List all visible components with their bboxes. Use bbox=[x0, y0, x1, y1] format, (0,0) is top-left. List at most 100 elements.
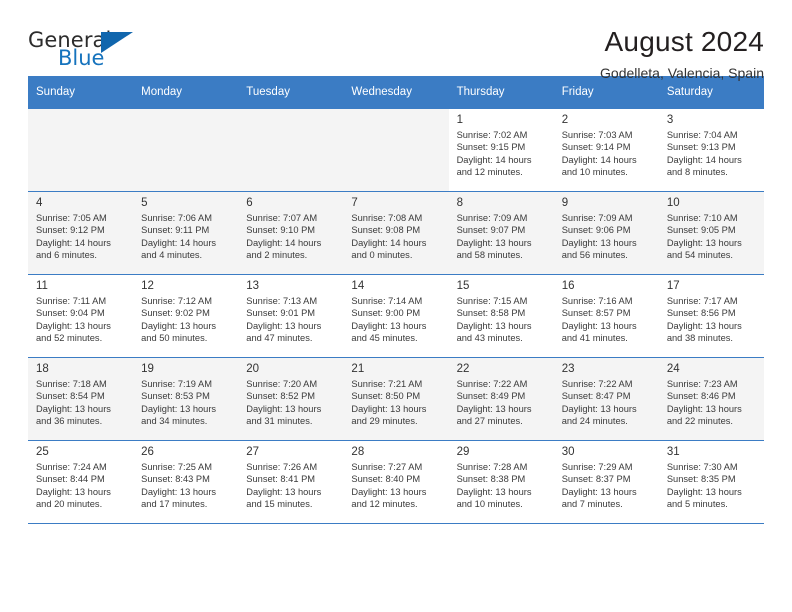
day-details: Sunrise: 7:19 AM Sunset: 8:53 PM Daylight:… bbox=[133, 378, 238, 428]
day-details: Sunrise: 7:04 AM Sunset: 9:13 PM Daylight:… bbox=[659, 129, 764, 179]
calendar-day-cell[interactable]: 3 Sunrise: 7:04 AM Sunset: 9:13 PM Daylight… bbox=[658, 108, 764, 192]
calendar-day-cell[interactable]: 2 Sunrise: 7:03 AM Sunset: 9:14 PM Daylight… bbox=[553, 108, 659, 192]
daylight-text-line2: and 20 minutes. bbox=[36, 499, 103, 510]
calendar-day-cell[interactable]: 19 Sunrise: 7:19 AM Sunset: 8:53 PM Dayligh… bbox=[133, 357, 239, 441]
sunset-text: Sunset: 9:02 PM bbox=[141, 308, 210, 319]
day-details: Sunrise: 7:25 AM Sunset: 8:43 PM Daylight:… bbox=[133, 461, 238, 511]
calendar-day-cell[interactable]: 24 Sunrise: 7:23 AM Sunset: 8:46 PM Dayligh… bbox=[658, 357, 764, 441]
day-details: Sunrise: 7:15 AM Sunset: 8:58 PM Daylight:… bbox=[449, 295, 554, 345]
calendar-day-cell[interactable]: 18 Sunrise: 7:18 AM Sunset: 8:54 PM Dayligh… bbox=[28, 357, 134, 441]
daylight-text-line1: Daylight: 13 hours bbox=[561, 403, 637, 414]
daylight-text-line2: and 56 minutes. bbox=[561, 250, 628, 261]
calendar-day-cell[interactable]: 6 Sunrise: 7:07 AM Sunset: 9:10 PM Daylight… bbox=[238, 191, 344, 275]
calendar-day-cell[interactable]: 31 Sunrise: 7:30 AM Sunset: 8:35 PM Dayligh… bbox=[658, 440, 764, 523]
daylight-text-line2: and 10 minutes. bbox=[456, 499, 523, 510]
calendar-day-cell-empty bbox=[343, 108, 449, 192]
sunrise-text: Sunrise: 7:13 AM bbox=[246, 296, 318, 306]
daylight-text-line1: Daylight: 13 hours bbox=[246, 486, 322, 497]
calendar-day-cell[interactable]: 25 Sunrise: 7:24 AM Sunset: 8:44 PM Dayligh… bbox=[28, 440, 134, 523]
day-number: 26 bbox=[141, 446, 154, 458]
daylight-text-line1: Daylight: 13 hours bbox=[141, 320, 217, 331]
daylight-text-line2: and 17 minutes. bbox=[141, 499, 208, 510]
calendar-day-cell[interactable]: 14 Sunrise: 7:14 AM Sunset: 9:00 PM Dayligh… bbox=[343, 274, 449, 358]
sunrise-text: Sunrise: 7:30 AM bbox=[666, 462, 738, 472]
calendar-day-cell[interactable]: 17 Sunrise: 7:17 AM Sunset: 8:56 PM Dayligh… bbox=[658, 274, 764, 358]
sunset-text: Sunset: 8:57 PM bbox=[561, 308, 631, 319]
daylight-text-line1: Daylight: 13 hours bbox=[351, 320, 427, 331]
calendar-day-cell[interactable]: 13 Sunrise: 7:13 AM Sunset: 9:01 PM Dayligh… bbox=[238, 274, 344, 358]
day-number: 17 bbox=[666, 280, 680, 292]
calendar-day-cell[interactable]: 21 Sunrise: 7:21 AM Sunset: 8:50 PM Dayligh… bbox=[343, 357, 449, 441]
calendar-day-cell[interactable]: 1 Sunrise: 7:02 AM Sunset: 9:15 PM Daylight… bbox=[448, 108, 554, 192]
day-details: Sunrise: 7:22 AM Sunset: 8:47 PM Daylight:… bbox=[554, 378, 659, 428]
daylight-text-line1: Daylight: 13 hours bbox=[456, 320, 532, 331]
calendar-day-cell[interactable]: 29 Sunrise: 7:28 AM Sunset: 8:38 PM Dayligh… bbox=[448, 440, 554, 523]
calendar-day-cell[interactable]: 26 Sunrise: 7:25 AM Sunset: 8:43 PM Dayligh… bbox=[133, 440, 239, 523]
sunrise-text: Sunrise: 7:04 AM bbox=[666, 130, 738, 140]
day-number: 16 bbox=[561, 280, 575, 292]
sunrise-text: Sunrise: 7:09 AM bbox=[456, 213, 528, 223]
calendar-page: General Blue August 2024 Godelleta, Vale… bbox=[0, 0, 792, 612]
daylight-text-line2: and 7 minutes. bbox=[561, 499, 623, 510]
calendar-day-cell[interactable]: 5 Sunrise: 7:06 AM Sunset: 9:11 PM Daylight… bbox=[133, 191, 239, 275]
calendar-day-cell[interactable]: 30 Sunrise: 7:29 AM Sunset: 8:37 PM Dayligh… bbox=[553, 440, 659, 523]
sunrise-text: Sunrise: 7:15 AM bbox=[456, 296, 528, 306]
sunset-text: Sunset: 9:15 PM bbox=[456, 142, 526, 153]
calendar-day-cell[interactable]: 8 Sunrise: 7:09 AM Sunset: 9:07 PM Daylight… bbox=[448, 191, 554, 275]
sunset-text: Sunset: 9:06 PM bbox=[561, 225, 631, 236]
sunrise-text: Sunrise: 7:25 AM bbox=[141, 462, 212, 472]
calendar-day-cell[interactable]: 4 Sunrise: 7:05 AM Sunset: 9:12 PM Daylight… bbox=[28, 191, 134, 275]
day-number: 9 bbox=[561, 197, 569, 209]
calendar-day-cell[interactable]: 11 Sunrise: 7:11 AM Sunset: 9:04 PM Dayligh… bbox=[28, 274, 134, 358]
daylight-text-line1: Daylight: 13 hours bbox=[246, 320, 322, 331]
sunset-text: Sunset: 9:01 PM bbox=[246, 308, 316, 319]
calendar-day-cell[interactable]: 16 Sunrise: 7:16 AM Sunset: 8:57 PM Dayligh… bbox=[553, 274, 659, 358]
calendar-day-cell[interactable]: 23 Sunrise: 7:22 AM Sunset: 8:47 PM Dayligh… bbox=[553, 357, 659, 441]
daylight-text-line2: and 4 minutes. bbox=[141, 250, 203, 261]
day-number: 4 bbox=[36, 197, 43, 209]
day-number: 8 bbox=[456, 197, 463, 209]
daylight-text-line1: Daylight: 13 hours bbox=[36, 403, 111, 414]
title-block: August 2024 Godelleta, Valencia, Spain bbox=[600, 26, 764, 83]
calendar-day-cell[interactable]: 22 Sunrise: 7:22 AM Sunset: 8:49 PM Dayligh… bbox=[448, 357, 554, 441]
sunset-text: Sunset: 9:14 PM bbox=[561, 142, 631, 153]
sunset-text: Sunset: 9:10 PM bbox=[246, 225, 316, 236]
calendar-week-row: 18 Sunrise: 7:18 AM Sunset: 8:54 PM Dayligh… bbox=[28, 357, 764, 441]
day-number: 3 bbox=[666, 114, 674, 126]
sunset-text: Sunset: 9:05 PM bbox=[666, 225, 736, 236]
daylight-text-line1: Daylight: 13 hours bbox=[456, 403, 532, 414]
general-blue-logo[interactable]: General Blue bbox=[28, 26, 144, 74]
day-details: Sunrise: 7:27 AM Sunset: 8:40 PM Daylight:… bbox=[343, 461, 448, 511]
daylight-text-line2: and 0 minutes. bbox=[351, 250, 413, 261]
day-number: 21 bbox=[351, 363, 365, 375]
calendar-day-cell-empty bbox=[133, 108, 239, 192]
day-details: Sunrise: 7:18 AM Sunset: 8:54 PM Daylight:… bbox=[28, 378, 133, 428]
daylight-text-line1: Daylight: 14 hours bbox=[36, 237, 111, 248]
daylight-text-line1: Daylight: 13 hours bbox=[666, 320, 742, 331]
calendar-day-cell[interactable]: 28 Sunrise: 7:27 AM Sunset: 8:40 PM Dayligh… bbox=[343, 440, 449, 523]
daylight-text-line2: and 58 minutes. bbox=[456, 250, 523, 261]
daylight-text-line1: Daylight: 13 hours bbox=[141, 486, 217, 497]
calendar-day-cell[interactable]: 10 Sunrise: 7:10 AM Sunset: 9:05 PM Dayligh… bbox=[658, 191, 764, 275]
day-details: Sunrise: 7:06 AM Sunset: 9:11 PM Daylight:… bbox=[133, 212, 238, 262]
daylight-text-line1: Daylight: 13 hours bbox=[666, 237, 742, 248]
calendar-day-cell[interactable]: 9 Sunrise: 7:09 AM Sunset: 9:06 PM Daylight… bbox=[553, 191, 659, 275]
day-number: 25 bbox=[36, 446, 49, 458]
sunset-text: Sunset: 8:58 PM bbox=[456, 308, 526, 319]
day-details: Sunrise: 7:20 AM Sunset: 8:52 PM Daylight:… bbox=[238, 378, 343, 428]
calendar-day-cell-empty bbox=[238, 108, 344, 192]
day-number: 2 bbox=[561, 114, 569, 126]
day-number: 24 bbox=[666, 363, 680, 375]
daylight-text-line1: Daylight: 14 hours bbox=[666, 154, 742, 165]
calendar-day-cell[interactable]: 7 Sunrise: 7:08 AM Sunset: 9:08 PM Daylight… bbox=[343, 191, 449, 275]
calendar-body: 1 Sunrise: 7:02 AM Sunset: 9:15 PM Daylight… bbox=[28, 108, 764, 523]
calendar-day-cell[interactable]: 12 Sunrise: 7:12 AM Sunset: 9:02 PM Dayligh… bbox=[133, 274, 239, 358]
calendar-day-cell[interactable]: 20 Sunrise: 7:20 AM Sunset: 8:52 PM Dayligh… bbox=[238, 357, 344, 441]
sunrise-text: Sunrise: 7:07 AM bbox=[246, 213, 318, 223]
day-details: Sunrise: 7:07 AM Sunset: 9:10 PM Daylight:… bbox=[238, 212, 343, 262]
sunset-text: Sunset: 9:13 PM bbox=[666, 142, 736, 153]
calendar-day-cell[interactable]: 27 Sunrise: 7:26 AM Sunset: 8:41 PM Dayligh… bbox=[238, 440, 344, 523]
daylight-text-line2: and 22 minutes. bbox=[666, 416, 733, 427]
day-details: Sunrise: 7:12 AM Sunset: 9:02 PM Daylight:… bbox=[133, 295, 238, 345]
calendar-day-cell[interactable]: 15 Sunrise: 7:15 AM Sunset: 8:58 PM Dayligh… bbox=[448, 274, 554, 358]
